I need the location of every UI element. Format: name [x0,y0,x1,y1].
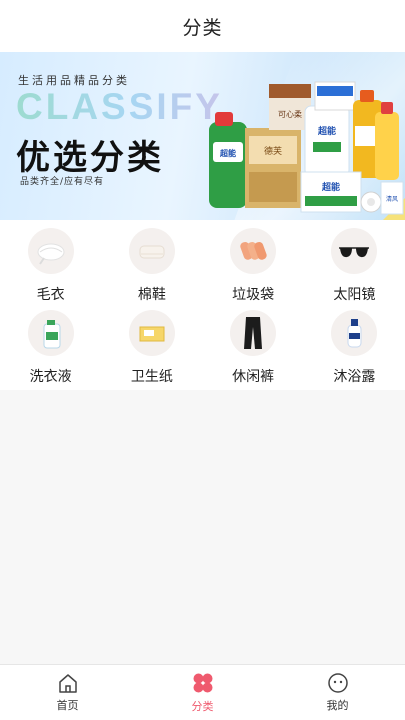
category-label: 洗衣液 [29,369,72,385]
category-item-body-wash[interactable]: 沐浴露 [304,310,405,392]
product-label-2: 德芙 [264,145,282,157]
tab-profile-label: 我的 [326,699,349,712]
toilet-roll-icon: 清风 [360,181,404,215]
app-header: 分类 [0,0,405,52]
detergent-bottle-icon: 超能 [209,112,247,208]
detergent-box-icon: 超能 [300,171,362,213]
category-item-toilet-paper[interactable]: 卫生纸 [101,310,202,392]
category-grid: 毛衣 棉鞋 垃圾袋 太阳镜 洗衣液 卫生纸 休闲裤 沐浴露 [0,220,405,392]
product-label-1: 超能 [219,148,236,158]
home-icon [58,674,77,693]
body-wash-icon [331,310,378,356]
casual-pants-icon [230,310,277,356]
category-label: 太阳镜 [333,287,376,303]
profile-icon [327,673,348,693]
trash-bag-icon [230,228,277,274]
tab-home[interactable]: 首页 [0,665,135,720]
cotton-shoes-icon [128,228,175,274]
banner-headline-cn: 优选分类 [16,138,164,178]
sunglasses-icon [331,228,378,274]
sweater-icon [27,228,74,274]
category-label: 沐浴露 [333,369,376,385]
tab-category[interactable]: 分类 [135,665,270,720]
product-label-6: 清风 [386,195,398,203]
tissue-box-icon: 德芙 [245,128,301,208]
banner-products-image: 超能 德芙 可心柔 超能 超能 清风 [209,81,404,215]
tab-profile[interactable]: 我的 [270,665,405,720]
promo-banner[interactable]: 生活用品精品分类 CLASSIFY 优选分类 品类齐全/应有尽有 超能 德芙 可… [0,52,405,220]
small-bottle-icon [375,102,399,180]
category-item-detergent[interactable]: 洗衣液 [0,310,101,392]
product-label-4: 超能 [317,125,336,137]
category-item-sweater[interactable]: 毛衣 [0,228,101,310]
bottom-tab-bar: 首页 分类 我的 [0,664,405,720]
category-item-trash-bag[interactable]: 垃圾袋 [203,228,304,310]
toilet-paper-icon [128,310,175,356]
tab-home-label: 首页 [56,699,79,712]
detergent-bag-icon: 超能 [304,105,350,177]
category-label: 棉鞋 [137,287,166,303]
detergent-icon [27,310,74,356]
category-item-casual-pants[interactable]: 休闲裤 [203,310,304,392]
category-item-sunglasses[interactable]: 太阳镜 [304,228,405,310]
paper-pack-icon [314,81,356,111]
banner-subline: 品类齐全/应有尽有 [20,177,105,187]
category-label: 垃圾袋 [232,287,275,303]
product-label-3: 可心柔 [278,109,302,119]
category-label: 毛衣 [36,287,65,303]
category-item-cotton-shoes[interactable]: 棉鞋 [101,228,202,310]
product-label-5: 超能 [321,181,340,193]
tab-category-label: 分类 [191,700,214,713]
category-label: 休闲裤 [232,369,275,385]
category-icon [193,673,212,693]
category-grid-section: 毛衣 棉鞋 垃圾袋 太阳镜 洗衣液 卫生纸 休闲裤 沐浴露 [0,220,405,390]
page-title: 分类 [182,16,223,39]
category-label: 卫生纸 [130,369,173,385]
banner-headline-en: CLASSIFY [16,86,223,127]
